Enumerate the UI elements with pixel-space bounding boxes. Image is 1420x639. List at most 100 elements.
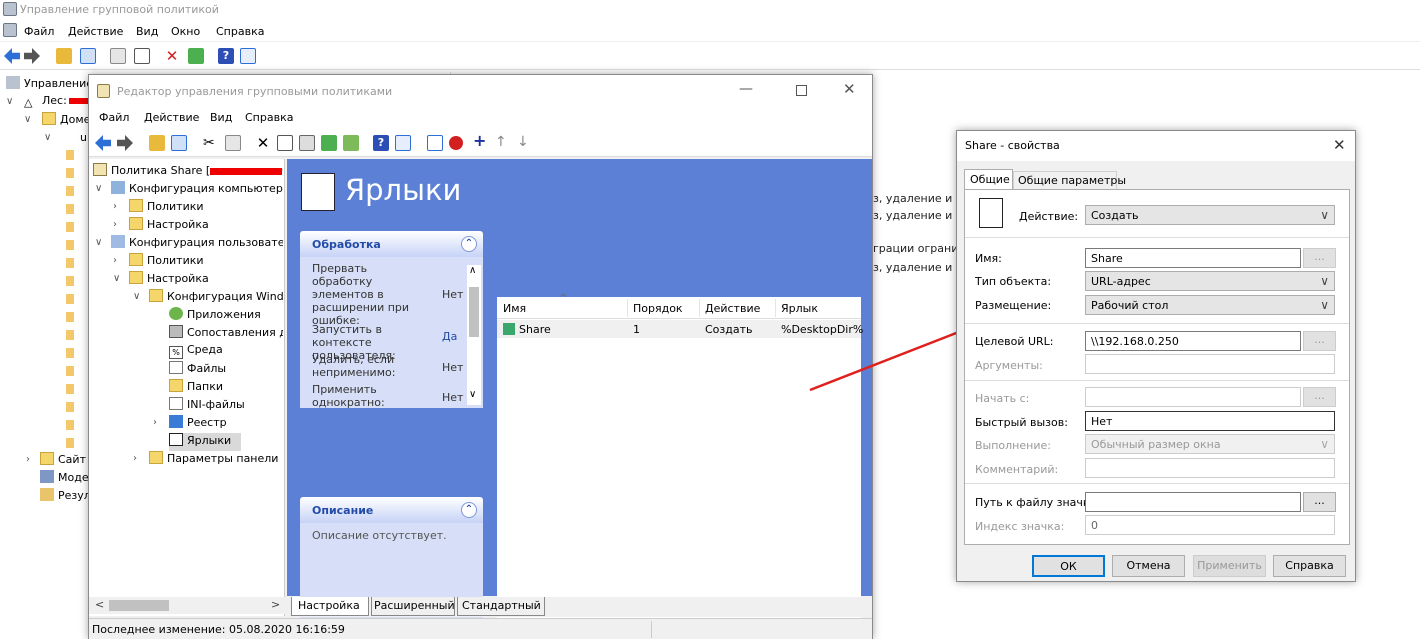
start-in-field[interactable] xyxy=(1085,387,1301,407)
tree-shortcuts-selected[interactable]: Ярлыки xyxy=(169,433,241,451)
tab-common[interactable]: Общие параметры xyxy=(1013,171,1126,189)
icon-index-field[interactable]: 0 xyxy=(1085,515,1335,535)
bg-menu-window[interactable]: Окно xyxy=(171,25,200,38)
chevron-down-icon[interactable]: ∨ xyxy=(24,114,31,125)
tree-computer-config[interactable]: ∨ Конфигурация компьютер xyxy=(95,181,283,199)
copy-icon[interactable] xyxy=(110,48,126,64)
comment-field[interactable] xyxy=(1085,458,1335,478)
chevron-right-icon[interactable]: › xyxy=(133,453,137,464)
properties-icon[interactable] xyxy=(277,135,293,151)
chevron-down-icon[interactable]: ∨ xyxy=(113,273,120,284)
delete-icon[interactable]: ✕ xyxy=(255,135,271,151)
bg-tree-domains[interactable]: ∨ Домен xyxy=(24,112,98,130)
description-panel-header[interactable]: Описание ⌃ xyxy=(300,497,483,523)
menu-help[interactable]: Справка xyxy=(245,111,293,124)
bg-tree-results[interactable]: Резул xyxy=(40,488,91,506)
forward-icon[interactable] xyxy=(117,135,133,151)
icon-path-field[interactable] xyxy=(1085,492,1301,512)
export-icon[interactable] xyxy=(343,135,359,151)
paste-icon[interactable] xyxy=(134,48,150,64)
chevron-down-icon[interactable]: ∨ xyxy=(133,291,140,302)
action-select[interactable]: Создать ∨ xyxy=(1085,205,1335,225)
menu-view[interactable]: Вид xyxy=(210,111,232,124)
hotkey-field[interactable]: Нет xyxy=(1085,411,1335,431)
collapse-icon[interactable]: ⌃ xyxy=(461,502,477,518)
stop-icon[interactable] xyxy=(449,136,463,150)
tab-preferences[interactable]: Настройка xyxy=(291,597,369,616)
show-tree-icon[interactable] xyxy=(80,48,96,64)
tree-files[interactable]: Файлы xyxy=(169,361,283,379)
column-divider[interactable] xyxy=(775,299,776,317)
processing-panel-header[interactable]: Обработка ⌃ xyxy=(300,231,483,257)
scroll-up-icon[interactable]: ∧ xyxy=(469,265,476,276)
column-action[interactable]: Действие xyxy=(705,302,760,315)
tree-policy-root[interactable]: Политика Share [C xyxy=(93,163,283,181)
back-icon[interactable] xyxy=(4,48,20,64)
scroll-right-icon[interactable]: > xyxy=(271,598,280,611)
details-icon[interactable] xyxy=(395,135,411,151)
menu-file[interactable]: Файл xyxy=(99,111,129,124)
tree-computer-preferences[interactable]: › Настройка xyxy=(113,217,283,235)
up-folder-icon[interactable] xyxy=(149,135,165,151)
tab-general[interactable]: Общие xyxy=(964,169,1013,190)
tree-folders[interactable]: Папки xyxy=(169,379,283,397)
name-field[interactable]: Share xyxy=(1085,248,1301,268)
chevron-down-icon[interactable]: ∨ xyxy=(6,96,13,107)
bg-menu-view[interactable]: Вид xyxy=(136,25,158,38)
tree-user-config[interactable]: ∨ Конфигурация пользовате xyxy=(95,235,283,253)
bg-tree-sites[interactable]: › Сайт xyxy=(26,452,86,470)
bg-menu-help[interactable]: Справка xyxy=(216,25,264,38)
tree-windows-settings[interactable]: ∨ Конфигурация Wind xyxy=(133,289,283,307)
chevron-right-icon[interactable]: › xyxy=(153,417,157,428)
bg-menu-action[interactable]: Действие xyxy=(68,25,123,38)
processing-scrollbar[interactable]: ∧ ∨ xyxy=(467,265,481,405)
column-divider[interactable] xyxy=(627,299,628,317)
bg-tree-domain[interactable]: ∨ u xyxy=(44,130,87,148)
name-browse-button[interactable]: ... xyxy=(1303,248,1336,268)
bg-menu-file[interactable]: Файл xyxy=(24,25,54,38)
print-icon[interactable] xyxy=(299,135,315,151)
move-down-icon[interactable]: ↓ xyxy=(517,134,533,150)
tree-drive-maps[interactable]: Сопоставления д xyxy=(169,325,283,343)
copy-icon[interactable] xyxy=(225,135,241,151)
maximize-icon[interactable] xyxy=(796,85,807,96)
move-up-icon[interactable]: ↑ xyxy=(495,134,511,150)
back-icon[interactable] xyxy=(95,135,111,151)
properties-icon[interactable] xyxy=(240,48,256,64)
tree-user-preferences[interactable]: ∨ Настройка xyxy=(113,271,283,289)
refresh-icon[interactable] xyxy=(188,48,204,64)
tab-standard[interactable]: Стандартный xyxy=(457,597,545,616)
tree-ini-files[interactable]: INI-файлы xyxy=(169,397,283,415)
placement-select[interactable]: Рабочий стол ∨ xyxy=(1085,295,1335,315)
help-icon[interactable]: ? xyxy=(218,48,234,64)
close-icon[interactable]: ✕ xyxy=(843,80,856,98)
tree-horizontal-scrollbar[interactable]: < > xyxy=(89,597,285,614)
chevron-down-icon[interactable]: ∨ xyxy=(95,237,102,248)
tree-control-panel[interactable]: › Параметры панели xyxy=(133,451,283,469)
target-url-field[interactable]: \\192.168.0.250 xyxy=(1085,331,1301,351)
chevron-right-icon[interactable]: › xyxy=(113,219,117,230)
cancel-button[interactable]: Отмена xyxy=(1112,555,1185,577)
column-divider[interactable] xyxy=(699,299,700,317)
up-folder-icon[interactable] xyxy=(56,48,72,64)
scroll-left-icon[interactable]: < xyxy=(95,598,104,611)
chevron-right-icon[interactable]: › xyxy=(113,201,117,212)
chevron-down-icon[interactable]: ∨ xyxy=(44,132,51,143)
tree-computer-policies[interactable]: › Политики xyxy=(113,199,283,217)
target-url-browse-button[interactable]: ... xyxy=(1303,331,1336,351)
scroll-down-icon[interactable]: ∨ xyxy=(469,389,476,400)
tree-registry[interactable]: › Реестр xyxy=(153,415,283,433)
bg-tree-modeling[interactable]: Моде xyxy=(40,470,89,488)
scroll-thumb[interactable] xyxy=(469,287,479,337)
arguments-field[interactable] xyxy=(1085,354,1335,374)
column-name[interactable]: Имя xyxy=(503,302,526,315)
bg-tree-forest[interactable]: ∨ △ Лес: xyxy=(6,94,89,112)
bg-tree-root[interactable]: Управление xyxy=(6,76,93,94)
ok-button[interactable]: ОК xyxy=(1032,555,1105,577)
scroll-thumb[interactable] xyxy=(109,600,169,611)
chevron-down-icon[interactable]: ∨ xyxy=(95,183,102,194)
add-icon[interactable]: + xyxy=(473,133,489,149)
chevron-right-icon[interactable]: › xyxy=(26,454,30,465)
refresh-icon[interactable] xyxy=(321,135,337,151)
forward-icon[interactable] xyxy=(24,48,40,64)
